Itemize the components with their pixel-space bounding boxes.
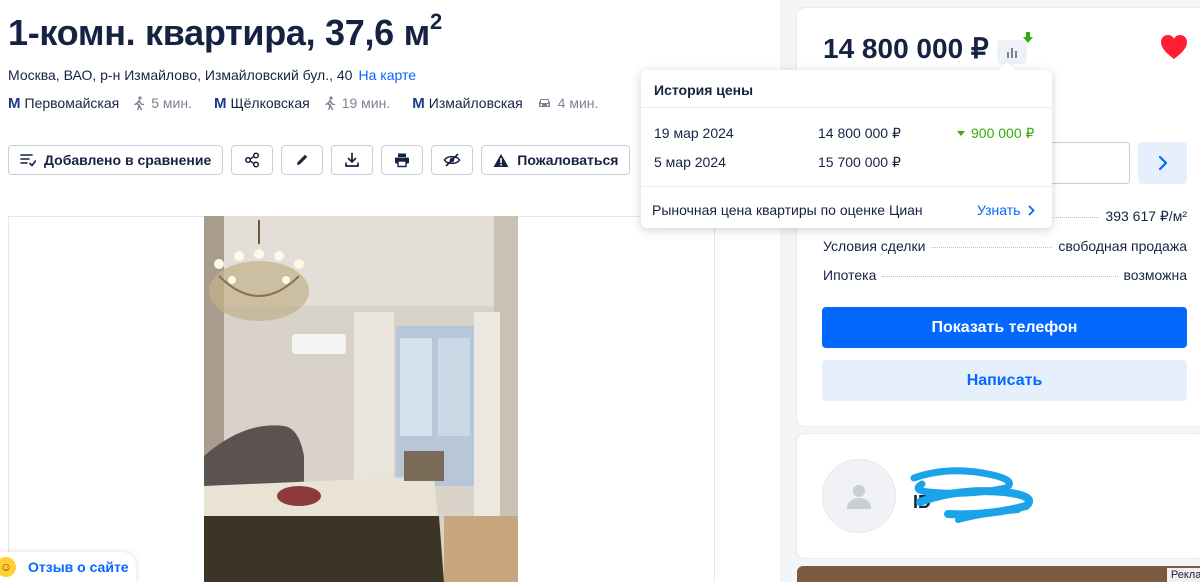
price-history-popover: История цены 19 мар 2024 14 800 000 ₽ 90… [641, 61, 1052, 228]
metro-item[interactable]: M Измайловская 4 мин. [412, 95, 598, 112]
metro-list: M Первомайская 5 мин. M Щёлковская 19 ми… [8, 94, 620, 112]
print-button[interactable] [381, 145, 424, 175]
compare-list-icon [20, 154, 36, 167]
user-icon [847, 485, 871, 509]
site-feedback-button[interactable]: ☺ Отзыв о сайте [0, 552, 136, 582]
report-button[interactable]: Пожаловаться [481, 145, 631, 175]
divider [641, 107, 1052, 108]
price-drop-triangle-icon [957, 130, 965, 136]
history-date: 5 мар 2024 [654, 154, 726, 170]
chart-bar-icon [1007, 52, 1009, 58]
metro-icon: M [8, 94, 20, 112]
chevron-right-icon [1158, 155, 1167, 171]
history-date: 19 мар 2024 [654, 125, 734, 141]
share-icon [245, 152, 260, 168]
ad-banner[interactable]: Реклама [797, 566, 1200, 582]
popover-title: История цены [654, 82, 754, 98]
divider [641, 186, 1052, 187]
metro-station: Первомайская [24, 95, 120, 111]
listing-address: Москва, ВАО, р-н Измайлово, Измайловский… [8, 66, 416, 84]
detail-value: свободная продажа [1058, 238, 1187, 254]
bedroom-photo-image [204, 216, 518, 582]
mortgage-row: Ипотека возможна [823, 267, 1187, 285]
pencil-icon [297, 154, 308, 165]
history-price: 15 700 000 ₽ [818, 154, 901, 170]
map-link[interactable]: На карте [358, 67, 416, 83]
submit-arrow-button[interactable] [1138, 142, 1187, 184]
share-button[interactable] [231, 145, 274, 175]
chevron-right-icon [1029, 205, 1036, 215]
dotted-leader [1048, 217, 1100, 218]
listing-photo[interactable] [204, 216, 518, 582]
walk-time: 5 мин. [133, 95, 192, 111]
market-estimate-text: Рыночная цена квартиры по оценке Циан [652, 202, 923, 218]
metro-item[interactable]: M Первомайская 5 мин. [8, 95, 192, 112]
market-estimate-link[interactable]: Узнать [977, 201, 1036, 219]
hide-listing-button[interactable] [431, 145, 474, 175]
deal-terms-row: Условия сделки свободная продажа [823, 238, 1187, 256]
action-toolbar: Добавлено в сравнение Пожаловаться [8, 145, 638, 175]
walk-icon [134, 96, 145, 110]
chart-bar-icon [1015, 51, 1017, 58]
contact-input[interactable] [1040, 142, 1130, 184]
show-phone-button[interactable]: Показать телефон [822, 307, 1187, 348]
walk-time: 19 мин. [324, 95, 390, 111]
price-per-meter-row: 393 617 ₽/м² [1048, 208, 1187, 226]
price-down-arrow-icon [1023, 32, 1033, 43]
chart-bar-icon [1011, 48, 1013, 58]
metro-item[interactable]: M Щёлковская 19 мин. [214, 95, 390, 112]
download-button[interactable] [331, 145, 374, 175]
metro-icon: M [213, 94, 226, 112]
metro-station: Измайловская [428, 95, 523, 111]
history-price: 14 800 000 ₽ [818, 125, 901, 141]
metro-icon: M [412, 94, 424, 112]
avatar[interactable] [822, 459, 896, 533]
favorite-heart-icon[interactable] [1160, 34, 1188, 60]
edit-note-button[interactable] [281, 145, 324, 175]
download-icon [345, 152, 360, 167]
eye-off-icon [443, 153, 461, 167]
listing-title: 1-комн. квартира, 37,6 м2 [8, 9, 442, 53]
ad-label: Реклама [1166, 568, 1200, 582]
printer-icon [395, 153, 410, 168]
dotted-leader [882, 276, 1118, 277]
car-icon [538, 99, 550, 107]
detail-key: Условия сделки [823, 238, 926, 254]
walk-icon [325, 96, 335, 110]
price-value: 14 800 000 ₽ [823, 33, 989, 64]
write-message-button[interactable]: Написать [822, 360, 1187, 401]
detail-value: возможна [1123, 267, 1187, 283]
dotted-leader [931, 247, 1053, 248]
history-diff: 900 000 ₽ [957, 124, 1034, 142]
detail-key: Ипотека [823, 267, 877, 283]
address-text: Москва, ВАО, р-н Измайлово, Измайловский… [8, 67, 353, 83]
drive-time: 4 мин. [537, 95, 598, 111]
metro-station: Щёлковская [230, 95, 310, 111]
compare-button[interactable]: Добавлено в сравнение [8, 145, 224, 175]
warning-icon [493, 153, 509, 167]
price-per-meter: 393 617 ₽/м² [1105, 208, 1187, 224]
redaction-scribble [910, 467, 1034, 523]
smile-icon: ☺ [0, 557, 16, 577]
